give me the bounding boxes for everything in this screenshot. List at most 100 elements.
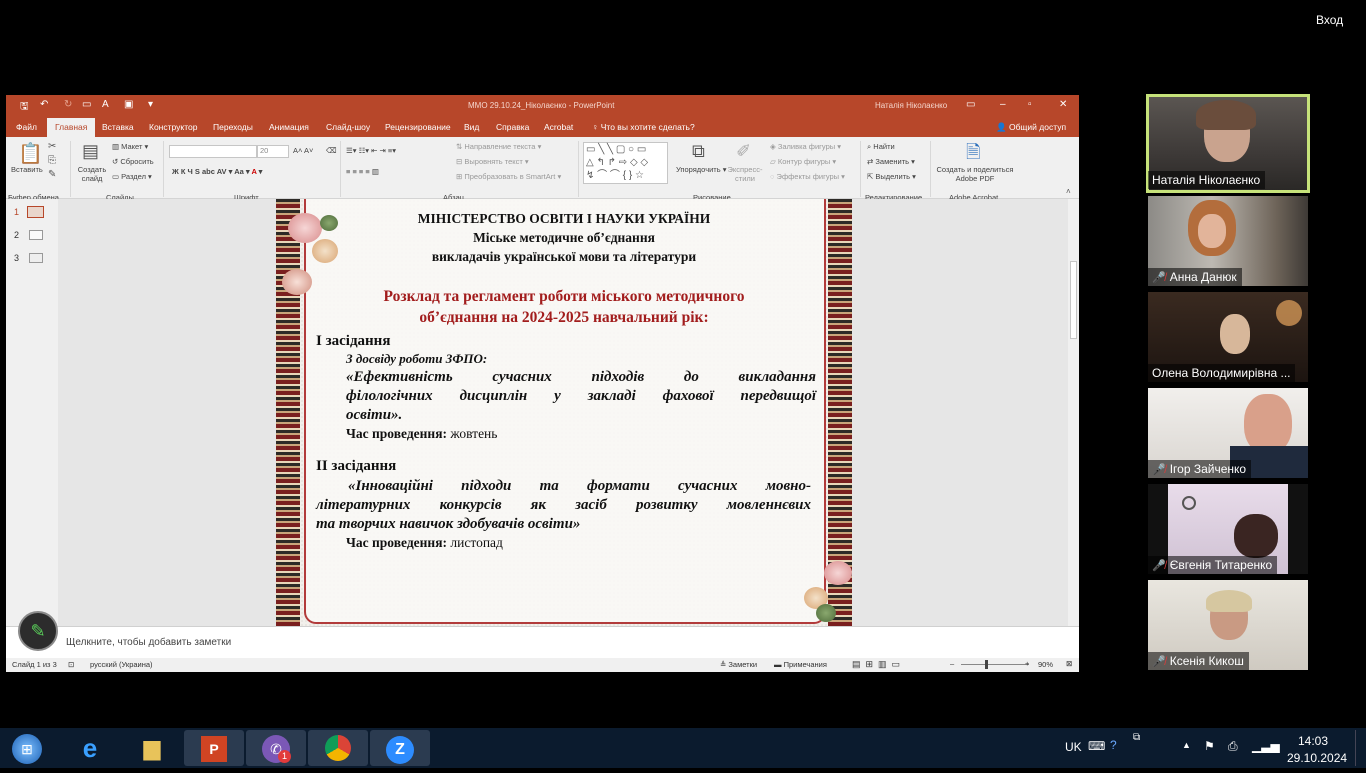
align-text-button[interactable]: ⊟ Выровнять текст ▾ — [456, 157, 529, 166]
zoom-level[interactable]: 90% — [1038, 660, 1053, 669]
shapes-gallery[interactable]: ▭ ╲ ╲ ▢ ○ ▭ △ ↰ ↱ ⇨ ◇ ◇ ↯ ⌒ ⌒ { } ☆ — [583, 142, 668, 184]
shape-fill-button[interactable]: ◈ Заливка фигуры ▾ — [770, 142, 841, 151]
tell-me-search[interactable]: ♀ Что вы хотите сделать? — [592, 122, 695, 132]
reset-button[interactable]: ↺ Сбросить — [112, 157, 154, 166]
tab-review[interactable]: Рецензирование — [385, 122, 451, 132]
clear-format-icon[interactable]: ⌫ — [326, 146, 337, 155]
paste-button[interactable]: Вставить — [11, 165, 43, 174]
scrollbar-thumb[interactable] — [1070, 261, 1077, 339]
taskbar-internet-explorer[interactable]: e — [60, 730, 120, 766]
start-slideshow-icon[interactable]: ▭ — [82, 99, 91, 110]
show-hidden-icons[interactable]: ▲ — [1182, 740, 1191, 750]
network-signal-icon[interactable]: ▁▃▅ — [1252, 739, 1280, 753]
taskbar-zoom[interactable]: Z — [370, 730, 430, 766]
section-button[interactable]: ▭ Раздел ▾ — [112, 172, 152, 181]
collapse-ribbon-icon[interactable]: ˄ — [1066, 187, 1071, 196]
flag-icon[interactable]: ⚑ — [1204, 739, 1215, 753]
notes-placeholder[interactable]: Щелкните, чтобы добавить заметки — [66, 637, 231, 648]
close-icon[interactable]: ✕ — [1059, 99, 1067, 110]
participant-tile-2[interactable]: 🎤̸ Анна Данюк — [1148, 196, 1308, 286]
view-buttons[interactable]: ▤ ⊞ ▥ ▭ — [852, 659, 900, 670]
select-button[interactable]: ⇱ Выделить ▾ — [867, 172, 916, 181]
shape-effects-button[interactable]: ◌ Эффекты фигуры ▾ — [770, 172, 845, 181]
window-switch-icon[interactable]: ⧉ — [1133, 732, 1140, 743]
arrange-button[interactable]: Упорядочить ▾ — [676, 165, 727, 174]
language-status[interactable]: русский (Украина) — [90, 660, 153, 669]
cut-icon[interactable]: ✂ — [48, 141, 56, 152]
tab-acrobat[interactable]: Acrobat — [544, 122, 573, 132]
show-desktop-button[interactable] — [1355, 730, 1365, 766]
pen-annotation-button[interactable]: ✎ — [18, 611, 58, 651]
copy-icon[interactable]: ⎘ — [48, 155, 56, 166]
help-icon[interactable]: ? — [1110, 738, 1117, 752]
quick-styles-icon[interactable]: ✐ — [736, 141, 751, 162]
participant-tile-1[interactable]: Наталія Ніколаєнко — [1146, 94, 1310, 193]
comments-toggle[interactable]: ▬ Примечания — [774, 660, 827, 669]
shape-outline-button[interactable]: ▱ Контур фигуры ▾ — [770, 157, 836, 166]
layout-button[interactable]: ▥ Макет ▾ — [112, 142, 148, 151]
share-button[interactable]: 👤 Общий доступ — [996, 122, 1066, 133]
taskbar-powerpoint[interactable]: P — [184, 730, 244, 766]
format-buttons[interactable]: Ж К Ч S abc AV ▾ Aa ▾ A ▾ — [172, 167, 262, 176]
start-button[interactable]: ⊞ — [0, 730, 54, 766]
zoom-slider[interactable] — [961, 664, 1029, 665]
clock-date[interactable]: 29.10.2024 — [1287, 751, 1347, 765]
shapes-icon[interactable]: ▣ — [124, 99, 133, 110]
replace-button[interactable]: ⇄ Заменить ▾ — [867, 157, 915, 166]
participant-tile-6[interactable]: 🎤̸ Ксенія Кикош — [1148, 580, 1308, 670]
grow-font-icon[interactable]: A˄ A˅ — [293, 146, 313, 155]
adobe-create-share-button[interactable]: Создать и поделиться Adobe PDF — [933, 165, 1017, 183]
tab-home[interactable]: Главная — [47, 118, 96, 137]
tab-insert[interactable]: Вставка — [102, 122, 134, 132]
device-icon[interactable]: ⎙ — [1228, 739, 1238, 754]
participant-tile-4[interactable]: 🎤̸ Ігор Зайченко — [1148, 388, 1308, 478]
find-button[interactable]: ⌕ Найти — [867, 142, 895, 152]
keyboard-icon[interactable]: ⌨ — [1088, 739, 1105, 753]
minimize-icon[interactable]: – — [1000, 99, 1006, 110]
new-slide-button[interactable]: Создать слайд — [76, 165, 108, 183]
slide-thumbnail-3[interactable] — [29, 253, 43, 263]
ribbon-display-icon[interactable]: ▭ — [966, 99, 975, 110]
spellcheck-icon[interactable]: ⊡ — [68, 660, 74, 669]
tab-transitions[interactable]: Переходы — [213, 122, 253, 132]
customize-qat-icon[interactable]: ▾ — [148, 99, 153, 110]
slide-canvas[interactable]: МІНІСТЕРСТВО ОСВІТИ І НАУКИ УКРАЇНИ Місь… — [276, 199, 852, 626]
participant-tile-3[interactable]: Олена Володимирівна ... — [1148, 292, 1308, 382]
zoom-slider-handle[interactable] — [985, 660, 988, 669]
align-buttons[interactable]: ≡ ≡ ≡ ≡ ▥ — [346, 167, 379, 176]
tab-file[interactable]: Файл — [16, 122, 37, 132]
taskbar-chrome[interactable] — [308, 730, 368, 766]
notes-pane[interactable]: Щелкните, чтобы добавить заметки — [6, 626, 1079, 658]
zoom-out-icon[interactable]: – — [950, 659, 954, 668]
zoom-in-icon[interactable]: + — [1025, 659, 1029, 668]
language-indicator[interactable]: UK — [1065, 740, 1082, 754]
smartart-button[interactable]: ⊞ Преобразовать в SmartArt ▾ — [456, 172, 561, 181]
fit-slide-icon[interactable]: ⊠ — [1066, 659, 1072, 668]
taskbar-file-explorer[interactable]: ▆ — [122, 730, 182, 766]
login-button[interactable]: Вход — [1316, 10, 1366, 30]
tab-help[interactable]: Справка — [496, 122, 529, 132]
save-icon[interactable]: 🖫 — [20, 99, 29, 116]
participant-tile-5[interactable]: 🎤̸ Євгенія Титаренко — [1148, 484, 1308, 574]
tab-view[interactable]: Вид — [464, 122, 479, 132]
taskbar-viber[interactable]: ✆ 1 — [246, 730, 306, 766]
slide-thumbnail-2[interactable] — [29, 230, 43, 240]
arrange-icon[interactable]: ⧉ — [692, 141, 705, 162]
format-painter-icon[interactable]: ✎ — [48, 169, 56, 180]
notes-toggle[interactable]: ≜ Заметки — [720, 660, 757, 669]
clock-time[interactable]: 14:03 — [1298, 734, 1328, 748]
paste-icon[interactable]: 📋 — [18, 141, 43, 166]
redo-icon[interactable]: ↻ — [64, 99, 72, 110]
tab-animations[interactable]: Анимация — [269, 122, 309, 132]
font-name-input[interactable] — [169, 145, 257, 158]
new-slide-icon[interactable]: ▤ — [82, 141, 99, 162]
tab-design[interactable]: Конструктор — [149, 122, 197, 132]
text-icon[interactable]: A — [102, 99, 109, 110]
restore-icon[interactable]: ▫ — [1028, 99, 1032, 110]
quick-styles-button[interactable]: Экспресс-стили — [726, 165, 764, 183]
text-direction-button[interactable]: ⇅ Направление текста ▾ — [456, 142, 541, 151]
vertical-scrollbar[interactable] — [1068, 199, 1079, 626]
tab-slideshow[interactable]: Слайд-шоу — [326, 122, 370, 132]
font-size-input[interactable]: 20 — [257, 145, 289, 158]
slide-thumbnail-1[interactable] — [27, 206, 44, 218]
